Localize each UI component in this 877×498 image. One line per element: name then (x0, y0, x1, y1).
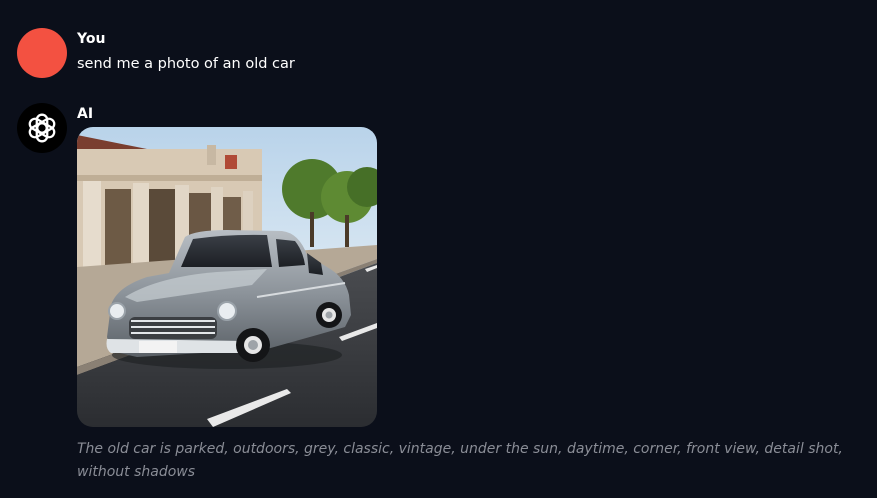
openai-logo-icon (28, 113, 56, 143)
image-caption: The old car is parked, outdoors, grey, c… (77, 441, 843, 480)
user-message-text: send me a photo of an old car (77, 56, 295, 72)
generated-car-image[interactable] (77, 127, 377, 427)
chat-thread: You send me a photo of an old car AI The… (0, 0, 877, 498)
user-avatar (17, 28, 67, 78)
ai-avatar (17, 103, 67, 153)
ai-name: AI (77, 106, 94, 122)
user-name: You (77, 31, 106, 47)
